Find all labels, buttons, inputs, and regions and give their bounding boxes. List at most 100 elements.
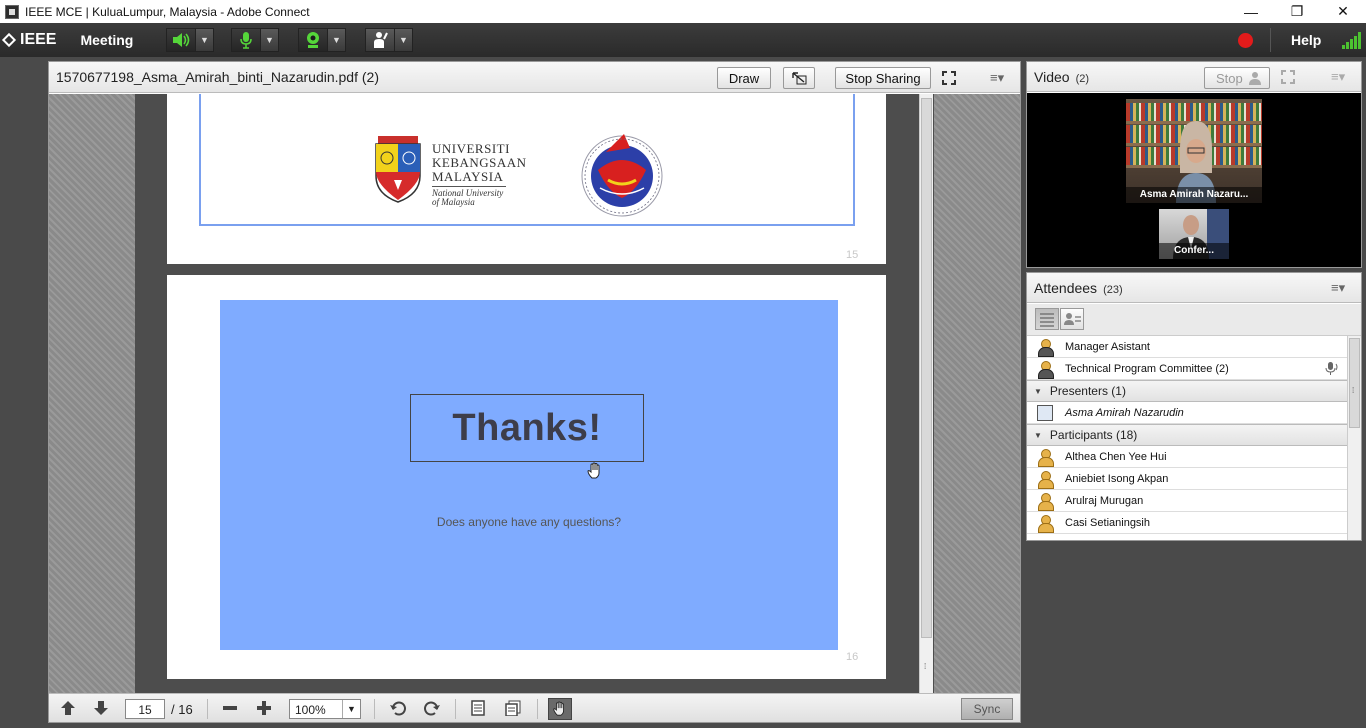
ukm-line-2: KEBANGSAAN bbox=[432, 155, 527, 170]
attendee-name: Asma Amirah Nazarudin bbox=[1065, 406, 1184, 419]
footer-separator bbox=[537, 699, 538, 719]
recording-indicator-icon[interactable] bbox=[1238, 33, 1253, 48]
minimize-button[interactable]: — bbox=[1228, 0, 1274, 23]
close-button[interactable]: ✕ bbox=[1320, 0, 1366, 23]
video-fullscreen-icon[interactable] bbox=[1280, 69, 1296, 88]
ukm-sub-2: of Malaysia bbox=[432, 197, 475, 207]
zoom-in-plus-icon[interactable] bbox=[256, 700, 272, 720]
microphone-control: ▼ bbox=[231, 28, 279, 52]
attendee-name: Casi Setianingsih bbox=[1065, 516, 1150, 529]
host-person-icon bbox=[1037, 360, 1054, 379]
attendees-pod: Attendees (23) ≡▾ Manager Asistant Techni… bbox=[1026, 272, 1362, 541]
speaker-dropdown[interactable]: ▼ bbox=[196, 28, 214, 52]
meeting-menu[interactable]: Meeting bbox=[80, 32, 133, 48]
collapse-triangle-icon[interactable]: ▼ bbox=[1034, 431, 1042, 440]
attendee-name: Aniebiet Isong Akpan bbox=[1065, 472, 1169, 485]
presenters-group-header[interactable]: ▼ Presenters (1) bbox=[1027, 380, 1347, 402]
video-stage: Asma Amirah Nazaru... Confer... bbox=[1027, 93, 1361, 267]
document-scroll-thumb[interactable] bbox=[921, 98, 932, 638]
draw-button[interactable]: Draw bbox=[717, 67, 771, 89]
fullscreen-icon[interactable] bbox=[941, 70, 957, 89]
list-item[interactable]: Technical Program Committee (2) bbox=[1027, 358, 1347, 380]
attendees-pod-menu-icon[interactable]: ≡▾ bbox=[1331, 280, 1345, 296]
ieee-logo: IEEE bbox=[1, 31, 56, 49]
current-page-input[interactable]: 15 bbox=[125, 699, 165, 719]
attendee-name: Althea Chen Yee Hui bbox=[1065, 450, 1167, 463]
zoom-dropdown-chevron-icon[interactable]: ▼ bbox=[342, 700, 360, 718]
rotate-right-icon[interactable] bbox=[423, 700, 441, 720]
zoom-level-value: 100% bbox=[295, 703, 326, 717]
list-item[interactable]: Aniebiet Isong Akpan bbox=[1027, 468, 1347, 490]
slide-title: Thanks! bbox=[452, 406, 602, 449]
participants-group-header[interactable]: ▼ Participants (18) bbox=[1027, 424, 1347, 446]
window-title: IEEE MCE | KuluaLumpur, Malaysia - Adobe… bbox=[25, 4, 310, 19]
video-pod-title: Video bbox=[1034, 69, 1070, 85]
sync-button[interactable]: Sync bbox=[961, 698, 1013, 720]
list-item[interactable]: Althea Chen Yee Hui bbox=[1027, 446, 1347, 468]
speaker-button[interactable] bbox=[166, 28, 196, 52]
footer-separator bbox=[207, 699, 208, 719]
page-15-number: 15 bbox=[846, 249, 859, 261]
video-pod-title-wrap: Video (2) bbox=[1034, 69, 1089, 85]
hand-tool-button[interactable] bbox=[548, 698, 572, 720]
slide-15-frame bbox=[199, 94, 855, 226]
participant-person-icon bbox=[1037, 470, 1054, 489]
ukm-line-1: UNIVERSITI bbox=[432, 141, 510, 156]
document-page-15: UNIVERSITI KEBANGSAAN MALAYSIA National … bbox=[167, 94, 886, 264]
document-vertical-scrollbar[interactable]: ⁞ bbox=[919, 94, 933, 693]
status-dropdown[interactable]: ▼ bbox=[395, 28, 413, 52]
attendees-scroll-thumb[interactable] bbox=[1349, 338, 1360, 428]
hand-cursor-icon bbox=[586, 462, 604, 485]
previous-page-arrow-icon[interactable] bbox=[60, 700, 76, 720]
participants-group-label: Participants (18) bbox=[1049, 428, 1138, 442]
attendees-vertical-scrollbar[interactable]: ⁞ bbox=[1347, 336, 1361, 540]
list-item[interactable]: Asma Amirah Nazarudin bbox=[1027, 402, 1347, 424]
hatch-margin-right bbox=[934, 94, 1020, 693]
pointer-arrow-icon bbox=[792, 72, 807, 85]
host-person-icon bbox=[1037, 338, 1054, 357]
camera-feed-small[interactable]: Confer... bbox=[1159, 209, 1229, 259]
list-item[interactable]: Manager Asistant bbox=[1027, 336, 1347, 358]
rotate-left-icon[interactable] bbox=[389, 700, 407, 720]
slide-16: Thanks! Does anyone have any questions? bbox=[220, 300, 838, 650]
document-viewport[interactable]: UNIVERSITI KEBANGSAAN MALAYSIA National … bbox=[49, 94, 1020, 693]
hand-tool-icon bbox=[553, 701, 564, 716]
maximize-button[interactable]: ❐ bbox=[1274, 0, 1320, 23]
microphone-dropdown[interactable]: ▼ bbox=[261, 28, 279, 52]
status-view-button[interactable] bbox=[1060, 308, 1084, 330]
attendee-name: Arulraj Murugan bbox=[1065, 494, 1144, 507]
pointer-tool-button[interactable] bbox=[783, 67, 815, 89]
hatch-margin-left bbox=[49, 94, 135, 693]
webcam-dropdown[interactable]: ▼ bbox=[328, 28, 346, 52]
list-view-button[interactable] bbox=[1035, 308, 1059, 330]
collapse-triangle-icon[interactable]: ▼ bbox=[1034, 387, 1042, 396]
raise-hand-button[interactable] bbox=[365, 28, 395, 52]
share-pod-title: 1570677198_Asma_Amirah_binti_Nazarudin.p… bbox=[56, 69, 379, 85]
ukm-wordmark: UNIVERSITI KEBANGSAAN MALAYSIA National … bbox=[432, 142, 527, 207]
attendee-name: Manager Asistant bbox=[1065, 340, 1150, 353]
share-pod-menu-icon[interactable]: ≡▾ bbox=[990, 70, 1004, 86]
list-item[interactable]: Casi Setianingsih bbox=[1027, 512, 1347, 534]
video-pod-count: (2) bbox=[1075, 73, 1090, 85]
stop-video-button[interactable]: Stop bbox=[1204, 67, 1270, 89]
attendees-list: Manager Asistant Technical Program Commi… bbox=[1027, 336, 1347, 540]
attendees-pod-count: (23) bbox=[1103, 284, 1123, 296]
zoom-level-select[interactable]: 100% ▼ bbox=[289, 699, 361, 719]
list-item[interactable]: Arulraj Murugan bbox=[1027, 490, 1347, 512]
footer-separator bbox=[455, 699, 456, 719]
zoom-out-minus-icon[interactable] bbox=[222, 700, 238, 720]
multi-page-view-icon[interactable] bbox=[505, 700, 521, 720]
share-pod-header: 1570677198_Asma_Amirah_binti_Nazarudin.p… bbox=[49, 62, 1020, 93]
single-page-view-icon[interactable] bbox=[471, 700, 485, 720]
camera-feed-main[interactable]: Asma Amirah Nazaru... bbox=[1126, 99, 1262, 203]
ukm-crest-icon bbox=[375, 136, 421, 203]
microphone-button[interactable] bbox=[231, 28, 261, 52]
webcam-button[interactable] bbox=[298, 28, 328, 52]
connection-signal-icon bbox=[1342, 31, 1362, 49]
help-menu[interactable]: Help bbox=[1291, 32, 1321, 48]
attendee-name: Technical Program Committee (2) bbox=[1065, 362, 1229, 375]
next-page-arrow-icon[interactable] bbox=[93, 700, 109, 720]
video-pod-menu-icon[interactable]: ≡▾ bbox=[1331, 69, 1345, 85]
stop-sharing-button[interactable]: Stop Sharing bbox=[835, 67, 931, 89]
video-pod-header: Video (2) Stop ≡▾ bbox=[1027, 62, 1361, 92]
